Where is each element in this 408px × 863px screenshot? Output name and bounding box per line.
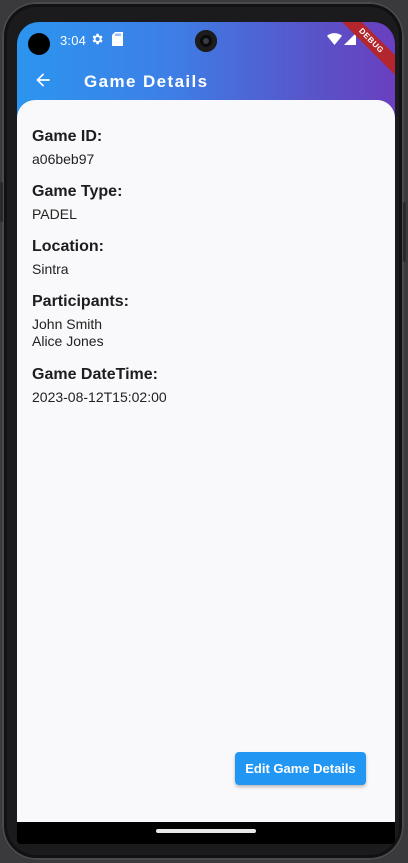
system-nav-bar (17, 822, 395, 844)
home-gesture-handle[interactable] (156, 829, 256, 833)
phone-frame: 3:04 DEBUG Game Details Game ID: a06beb9… (0, 2, 406, 860)
status-bar: 3:04 DEBUG (17, 22, 395, 82)
edit-game-details-button[interactable]: Edit Game Details (235, 752, 366, 785)
game-type-label: Game Type: (32, 183, 123, 200)
location-value: Sintra (32, 261, 69, 277)
front-camera (195, 30, 217, 52)
game-id-label: Game ID: (32, 128, 103, 145)
side-button-right (403, 202, 406, 262)
wifi-icon (327, 33, 342, 45)
details-card: Game ID: a06beb97 Game Type: PADEL Locat… (17, 100, 395, 822)
game-id-value: a06beb97 (32, 151, 95, 167)
game-type-value: PADEL (32, 206, 77, 222)
game-datetime-field: Game DateTime: 2023-08-12T15:02:00 (32, 366, 167, 406)
back-arrow-icon[interactable] (33, 70, 53, 90)
status-time: 3:04 (60, 33, 87, 48)
participant-item: Alice Jones (32, 333, 104, 349)
participants-label: Participants: (32, 293, 129, 310)
page-title: Game Details (84, 72, 209, 91)
device-screen: 3:04 DEBUG Game Details Game ID: a06beb9… (17, 22, 395, 844)
game-type-field: Game Type: PADEL (32, 183, 122, 223)
app-bar: Game Details (17, 58, 395, 102)
game-datetime-value: 2023-08-12T15:02:00 (32, 389, 167, 405)
participant-item: John Smith (32, 316, 103, 332)
game-id-field: Game ID: a06beb97 (32, 128, 102, 168)
sd-card-icon (112, 32, 123, 46)
location-field: Location: Sintra (32, 238, 104, 278)
punch-hole-camera (28, 33, 50, 55)
participants-field: Participants: John Smith Alice Jones (32, 293, 129, 350)
location-label: Location: (32, 238, 104, 255)
game-datetime-label: Game DateTime: (32, 366, 158, 383)
side-button-left (0, 182, 3, 222)
settings-gear-icon (92, 33, 103, 45)
